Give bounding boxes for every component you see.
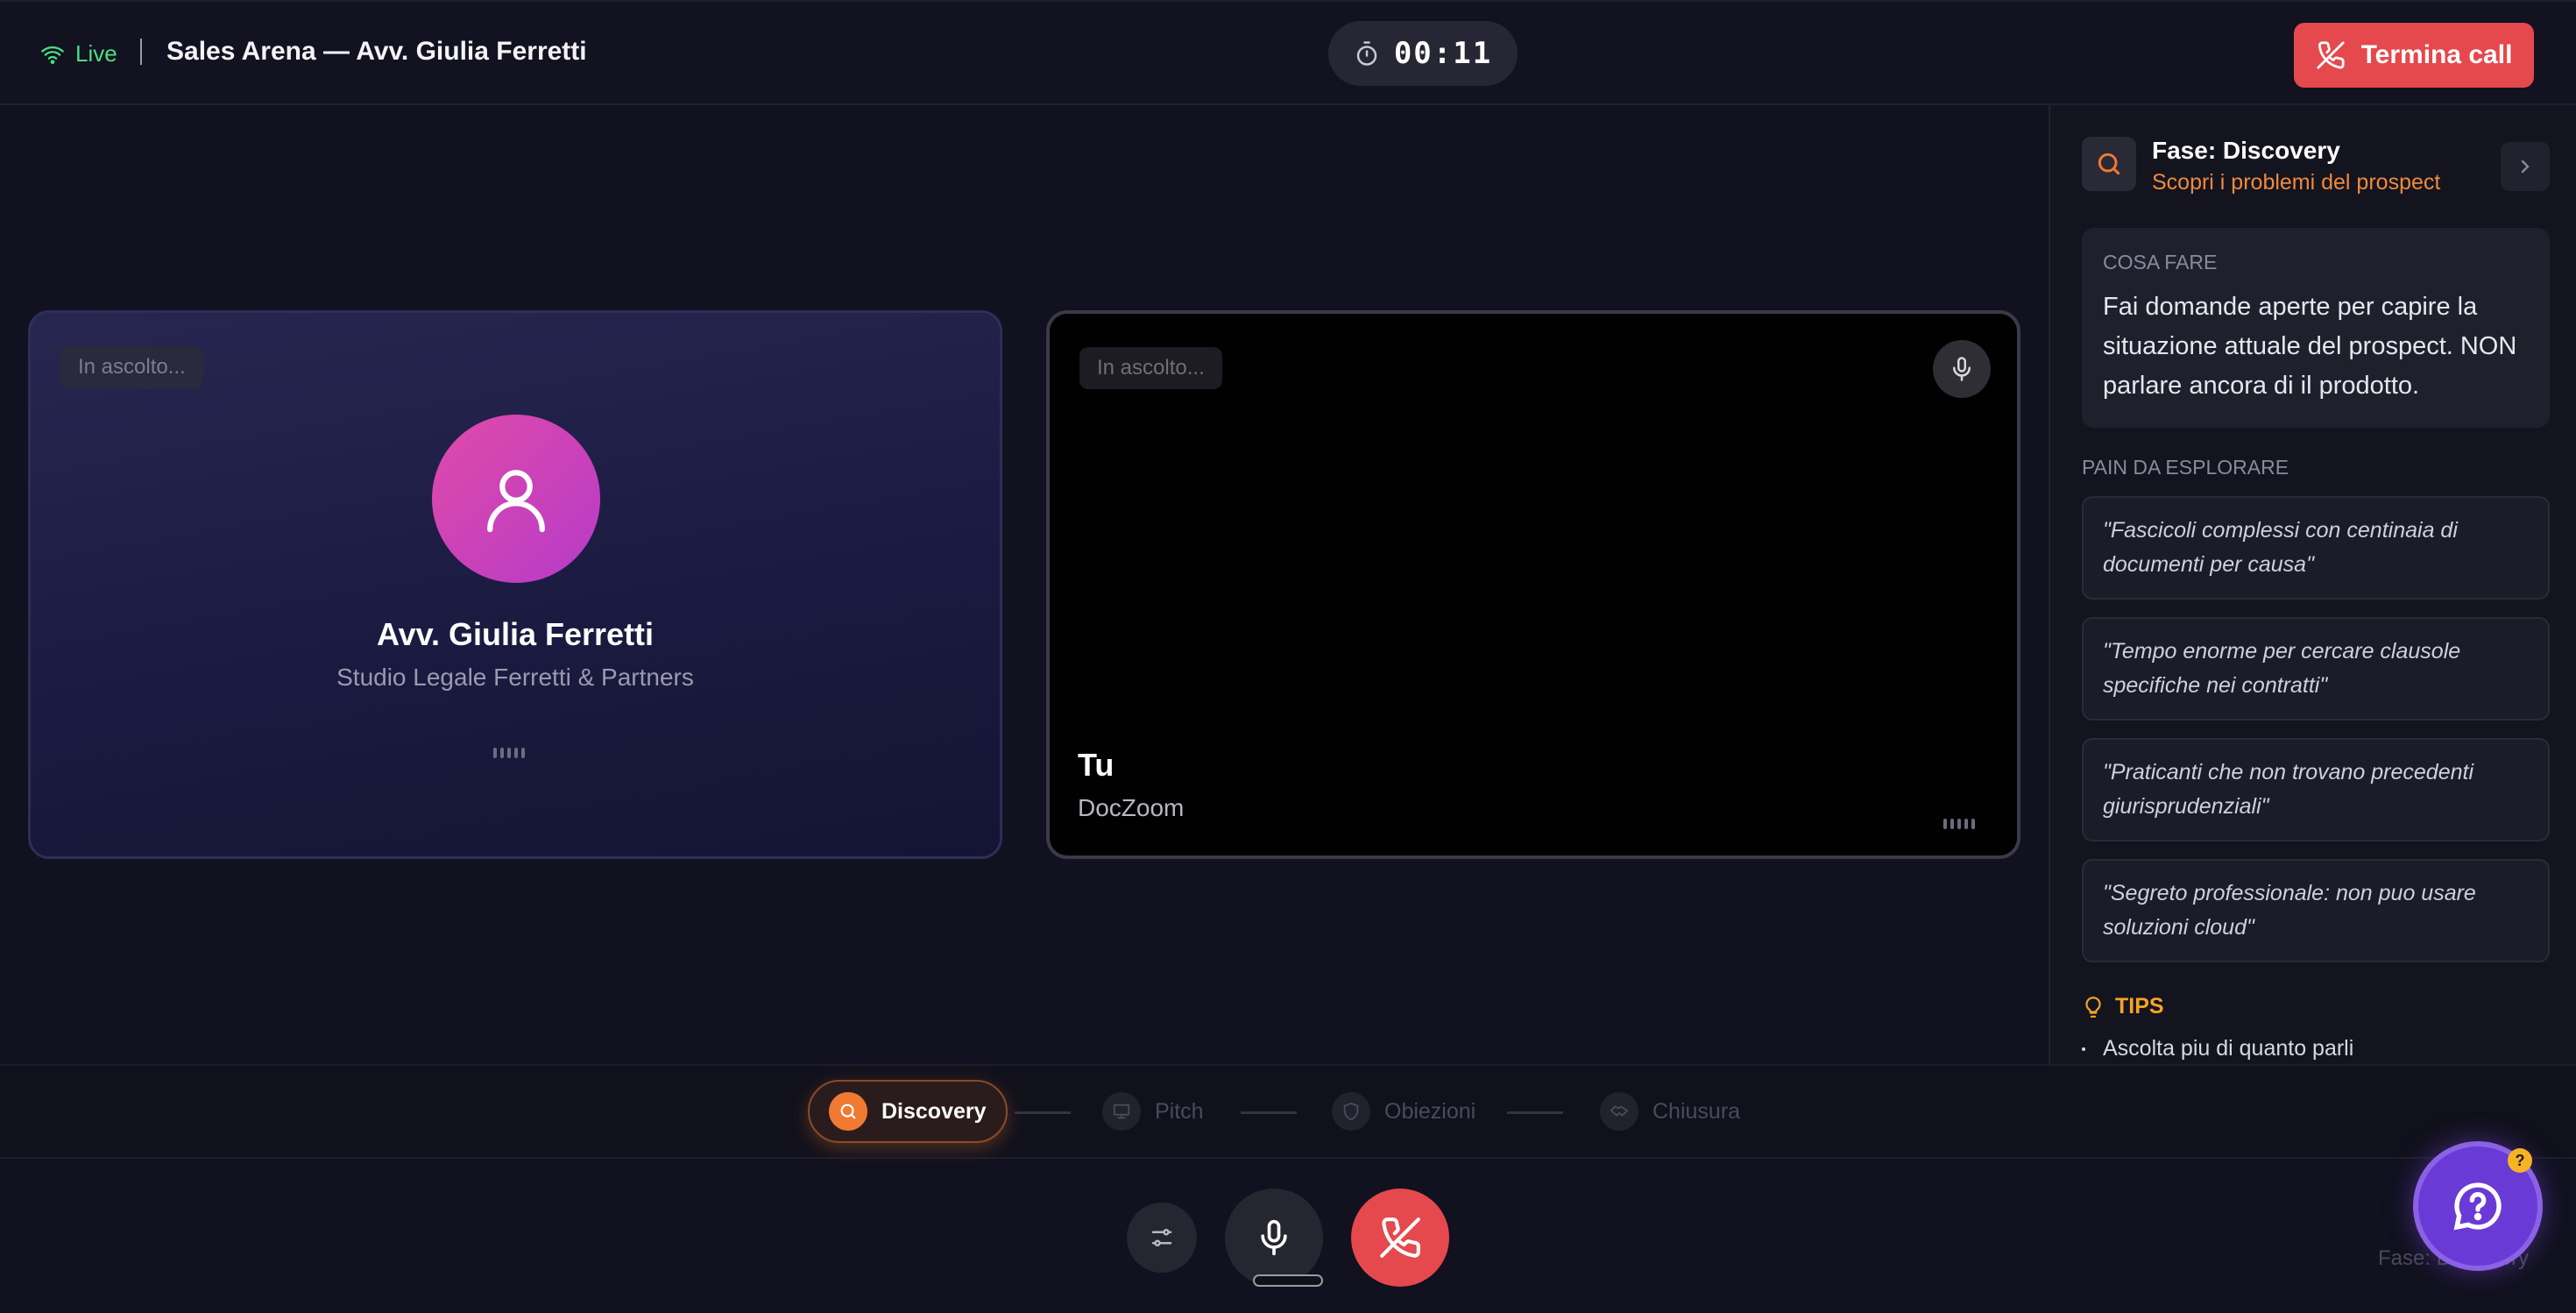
prospect-avatar — [432, 415, 600, 583]
prospect-name: Avv. Giulia Ferretti — [376, 616, 655, 652]
microphone-icon — [1261, 1219, 1287, 1256]
lightbulb-icon — [2085, 996, 2101, 1018]
audio-level-bars — [493, 748, 525, 758]
call-title: Sales Arena — Avv. Giulia Ferretti — [166, 37, 587, 66]
hang-up-button[interactable] — [1351, 1189, 1449, 1287]
coaching-panel: Fase: Discovery Scopri i problemi del pr… — [2049, 105, 2576, 1066]
live-indicator: Live — [40, 40, 117, 67]
self-status-badge: In ascolto... — [1079, 347, 1222, 389]
step-chiusura[interactable]: Chiusura — [1600, 1080, 1740, 1143]
pain-section-label: PAIN DA ESPLORARE — [2082, 456, 2289, 479]
phase-stepper: Discovery Pitch Obiezioni Chiusura — [0, 1064, 2576, 1159]
todo-card: COSA FARE Fai domande aperte per capire … — [2082, 228, 2550, 428]
next-phase-button[interactable] — [2501, 142, 2550, 191]
wifi-icon — [41, 46, 64, 64]
microphone-button[interactable] — [1225, 1189, 1323, 1287]
top-bar: Live Sales Arena — Avv. Giulia Ferretti … — [0, 0, 2576, 105]
step-label: Discovery — [881, 1098, 987, 1124]
pain-item: "Tempo enorme per cercare clausole speci… — [2082, 617, 2550, 720]
shield-icon — [1332, 1092, 1370, 1131]
search-icon — [2098, 153, 2120, 175]
step-obiezioni[interactable]: Obiezioni — [1332, 1080, 1476, 1143]
self-mic-indicator — [1933, 340, 1991, 398]
user-icon — [487, 470, 545, 533]
live-label: Live — [75, 40, 117, 67]
help-chat-icon — [2453, 1182, 2502, 1231]
help-notification-badge: ? — [2508, 1148, 2532, 1173]
self-name: Tu — [1078, 747, 1115, 783]
step-label: Pitch — [1155, 1098, 1204, 1124]
tips-header: TIPS — [2082, 994, 2164, 1019]
prospect-tile: In ascolto... Avv. Giulia Ferretti Studi… — [28, 310, 1002, 859]
pain-item: "Fascicoli complessi con centinaia di do… — [2082, 496, 2550, 600]
end-call-button[interactable]: Termina call — [2294, 23, 2534, 88]
phone-off-icon — [2316, 41, 2345, 69]
self-company: DocZoom — [1078, 794, 1185, 821]
phone-off-icon — [1380, 1217, 1420, 1258]
self-tile: In ascolto... Tu DocZoom — [1046, 310, 2020, 859]
todo-label: COSA FARE — [2103, 251, 2218, 273]
search-icon — [829, 1092, 867, 1131]
stopwatch-icon — [1356, 41, 1377, 66]
step-label: Chiusura — [1652, 1098, 1741, 1124]
step-discovery[interactable]: Discovery — [808, 1080, 1008, 1143]
tip-text: Ascolta piu di quanto parli — [2103, 1036, 2354, 1061]
chevron-right-icon — [2521, 160, 2530, 174]
step-connector — [1241, 1111, 1297, 1114]
audio-level-bars — [1943, 819, 1975, 829]
pain-item: "Segreto professionale: non puo usare so… — [2082, 859, 2550, 962]
tips-label: TIPS — [2115, 994, 2164, 1018]
step-connector — [1015, 1111, 1071, 1114]
end-call-label: Termina call — [2360, 40, 2513, 69]
settings-button[interactable] — [1127, 1203, 1197, 1273]
todo-text: Fai domande aperte per capire la situazi… — [2103, 293, 2517, 400]
prospect-status-badge: In ascolto... — [60, 346, 203, 388]
handshake-icon — [1600, 1092, 1638, 1131]
prospect-company: Studio Legale Ferretti & Partners — [336, 664, 694, 691]
pain-item: "Praticanti che non trovano precedenti g… — [2082, 738, 2550, 841]
phase-subtitle: Scopri i problemi del prospect — [2152, 170, 2441, 195]
mic-level-indicator — [1253, 1274, 1323, 1287]
phase-icon-box — [2082, 137, 2136, 191]
header-divider — [140, 39, 142, 65]
phase-title: Fase: Discovery — [2152, 137, 2340, 164]
microphone-icon — [1953, 357, 1971, 381]
call-timer: 00:11 — [1328, 21, 1518, 86]
step-pitch[interactable]: Pitch — [1102, 1080, 1204, 1143]
step-connector — [1507, 1111, 1563, 1114]
timer-value: 00:11 — [1393, 36, 1493, 71]
tip-item: Ascolta piu di quanto parli — [2082, 1036, 2353, 1061]
step-label: Obiezioni — [1384, 1098, 1476, 1124]
sliders-icon — [1151, 1229, 1172, 1246]
presentation-icon — [1102, 1092, 1141, 1131]
